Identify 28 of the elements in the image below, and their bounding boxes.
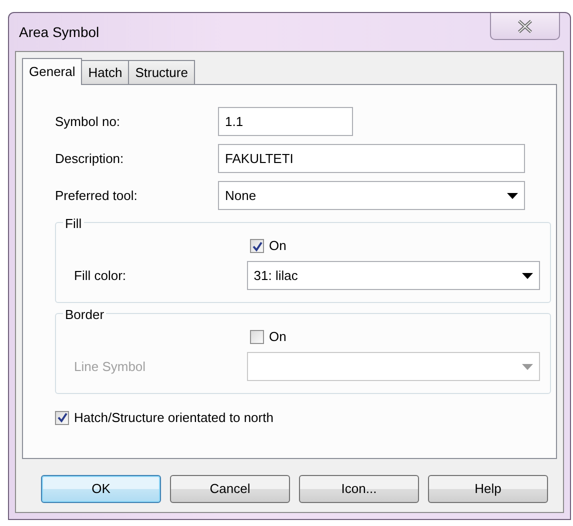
field-label: Symbol no:	[55, 112, 122, 131]
caret-icon	[507, 192, 518, 198]
field-label: Fill color:	[74, 266, 128, 285]
field-label: Description:	[55, 150, 125, 168]
dropdown[interactable]: None	[218, 181, 525, 210]
checkbox[interactable]	[55, 410, 69, 425]
tab[interactable]: Structure	[128, 60, 195, 84]
checkbox-label: On	[269, 328, 286, 346]
checkbox[interactable]	[250, 239, 264, 253]
checkbox[interactable]	[250, 330, 264, 344]
close-button[interactable]	[490, 13, 560, 40]
caret-icon	[522, 272, 533, 278]
tab[interactable]: Hatch	[81, 60, 130, 84]
input-field[interactable]: FAKULTETI	[218, 144, 525, 173]
dialog-button[interactable]: OK	[41, 475, 161, 503]
dialog-button[interactable]: Help	[428, 475, 548, 503]
window-title: Area Symbol	[18, 22, 100, 42]
field-label: Preferred tool:	[55, 186, 138, 205]
checkbox-label: On	[269, 237, 286, 256]
field-label: Line Symbol	[74, 358, 147, 376]
tab[interactable]: General	[22, 58, 82, 85]
caret-icon	[522, 364, 533, 370]
dropdown[interactable]: 31: lilac	[246, 261, 540, 290]
dialog-button[interactable]: Icon...	[299, 475, 419, 503]
input-field[interactable]: 1.1	[218, 107, 353, 136]
close-icon	[517, 20, 533, 32]
dialog-button[interactable]: Cancel	[170, 475, 290, 503]
checkbox-label: Hatch/Structure orientated to north	[74, 409, 274, 427]
